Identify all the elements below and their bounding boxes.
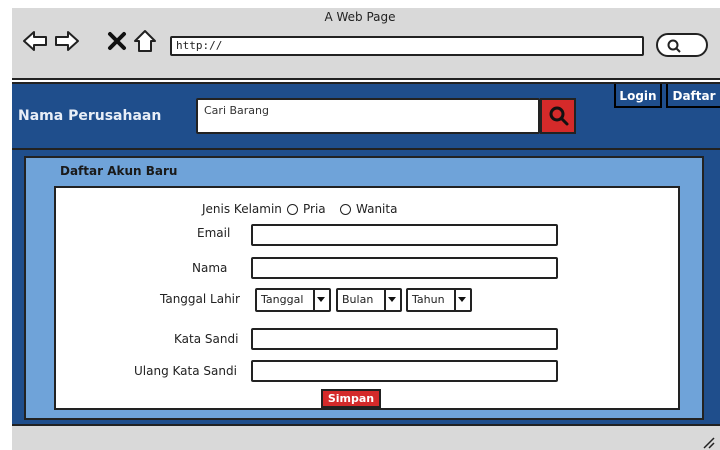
- back-arrow-icon[interactable]: [22, 28, 48, 54]
- search-button[interactable]: [540, 98, 576, 134]
- day-select-value: Tanggal: [261, 293, 304, 306]
- site-header: Nama Perusahaan Cari Barang Login Daftar: [12, 82, 720, 150]
- gender-label: Jenis Kelamin: [202, 202, 282, 216]
- password-field[interactable]: [251, 328, 558, 350]
- resize-grip-icon[interactable]: [702, 436, 716, 450]
- confirm-password-field[interactable]: [251, 360, 558, 382]
- email-label: Email: [197, 226, 231, 240]
- home-icon[interactable]: [132, 28, 158, 54]
- confirm-password-label: Ulang Kata Sandi: [134, 364, 237, 378]
- signup-button[interactable]: Daftar: [666, 84, 720, 108]
- birthdate-label: Tanggal Lahir: [160, 292, 240, 306]
- url-bar[interactable]: http://: [170, 36, 644, 56]
- month-select-value: Bulan: [342, 293, 374, 306]
- search-icon: [549, 106, 569, 126]
- company-name: Nama Perusahaan: [18, 108, 162, 124]
- radio-pria-label: Pria: [303, 202, 326, 216]
- panel-title: Daftar Akun Baru: [60, 164, 178, 178]
- email-field[interactable]: [251, 224, 558, 246]
- close-icon[interactable]: [104, 28, 130, 54]
- forward-arrow-icon[interactable]: [54, 28, 80, 54]
- radio-pria[interactable]: [287, 204, 298, 215]
- year-select[interactable]: Tahun: [406, 288, 472, 312]
- search-icon: [667, 39, 681, 53]
- year-select-value: Tahun: [412, 293, 445, 306]
- chevron-down-icon: [313, 290, 329, 310]
- status-bar: [12, 424, 720, 450]
- name-label: Nama: [192, 261, 228, 275]
- password-label: Kata Sandi: [174, 332, 239, 346]
- chevron-down-icon: [384, 290, 400, 310]
- day-select[interactable]: Tanggal: [255, 288, 331, 312]
- radio-wanita[interactable]: [340, 204, 351, 215]
- radio-wanita-label: Wanita: [356, 202, 398, 216]
- month-select[interactable]: Bulan: [336, 288, 402, 312]
- name-field[interactable]: [251, 257, 558, 279]
- save-button[interactable]: Simpan: [321, 389, 381, 408]
- search-input[interactable]: Cari Barang: [196, 98, 540, 134]
- login-button[interactable]: Login: [614, 84, 662, 108]
- chevron-down-icon: [454, 290, 470, 310]
- window-title: A Web Page: [324, 10, 396, 24]
- browser-search-field[interactable]: [656, 33, 708, 57]
